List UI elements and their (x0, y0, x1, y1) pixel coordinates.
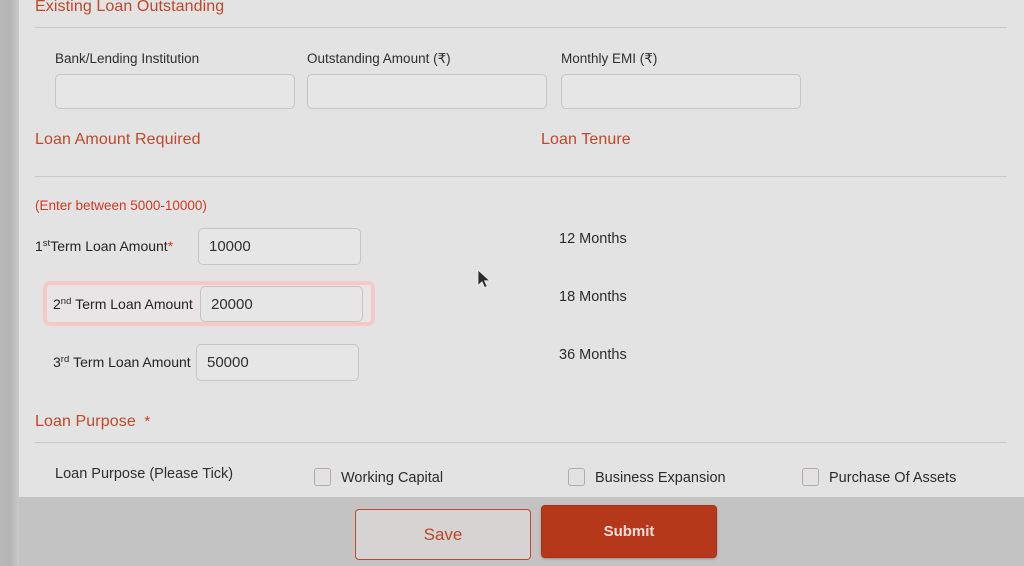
label-term-3-ordinal: 3 (53, 354, 61, 370)
label-term-2-ordinal: 2 (53, 296, 61, 312)
checkbox-option-working-capital[interactable]: Working Capital (314, 468, 534, 490)
save-button[interactable]: Save (355, 509, 531, 560)
input-term-2-amount[interactable] (200, 286, 363, 322)
submit-button[interactable]: Submit (541, 505, 717, 558)
input-monthly-emi[interactable] (561, 74, 801, 109)
label-monthly-emi: Monthly EMI (₹) (561, 51, 658, 66)
label-term-2: 2nd Term Loan Amount (53, 296, 193, 312)
label-term-3-sup: rd (60, 354, 70, 365)
checkbox-icon-purchase-of-assets[interactable] (802, 468, 819, 486)
checkbox-icon-business-expansion[interactable] (568, 468, 585, 486)
divider-loan-amount (35, 176, 1007, 177)
checkbox-option-business-expansion[interactable]: Business Expansion (568, 468, 788, 490)
label-term-3-text: Term Loan Amount (73, 354, 191, 370)
label-term-2-text: Term Loan Amount (75, 296, 193, 312)
input-term-3-amount[interactable] (196, 344, 359, 381)
tenure-term-3: 36 Months (559, 347, 627, 363)
loan-application-form: Existing Loan Outstanding Bank/Lending I… (19, 0, 1024, 566)
section-title-loan-tenure: Loan Tenure (541, 131, 631, 148)
label-loan-purpose-prompt: Loan Purpose (Please Tick) (55, 466, 234, 482)
divider-loan-purpose (35, 442, 1007, 443)
label-bank-lending-institution: Bank/Lending Institution (55, 51, 200, 66)
section-title-loan-purpose: Loan Purpose * (35, 413, 150, 431)
label-term-1-text: Term Loan Amount (50, 238, 168, 254)
tenure-term-1: 12 Months (559, 231, 627, 247)
section-title-loan-purpose-required: * (144, 413, 151, 430)
checkbox-label-working-capital: Working Capital (341, 470, 444, 486)
section-title-existing-loan: Existing Loan Outstanding (35, 0, 225, 15)
checkbox-option-purchase-of-assets[interactable]: Purchase Of Assets (802, 468, 1022, 490)
tenure-term-2: 18 Months (559, 289, 627, 305)
page-left-gutter (0, 0, 19, 566)
label-term-3: 3rd Term Loan Amount (53, 354, 191, 370)
input-bank-lending-institution[interactable] (55, 74, 295, 109)
checkbox-label-business-expansion: Business Expansion (595, 470, 726, 486)
input-term-1-amount[interactable] (198, 228, 361, 265)
label-outstanding-amount: Outstanding Amount (₹) (307, 51, 451, 66)
input-outstanding-amount[interactable] (307, 74, 547, 109)
label-term-1-required: * (167, 238, 174, 254)
label-term-1-ordinal: 1 (35, 238, 43, 254)
divider-existing-loan (35, 27, 1007, 28)
application-screen: Existing Loan Outstanding Bank/Lending I… (0, 0, 1024, 566)
section-title-loan-purpose-text: Loan Purpose (35, 413, 136, 430)
checkbox-label-purchase-of-assets: Purchase Of Assets (829, 470, 957, 486)
checkbox-icon-working-capital[interactable] (314, 468, 331, 486)
label-term-2-sup: nd (60, 296, 72, 307)
label-term-1: 1stTerm Loan Amount* (35, 238, 173, 254)
section-title-loan-amount-required: Loan Amount Required (35, 131, 201, 148)
hint-amount-range: (Enter between 5000-10000) (35, 198, 207, 213)
